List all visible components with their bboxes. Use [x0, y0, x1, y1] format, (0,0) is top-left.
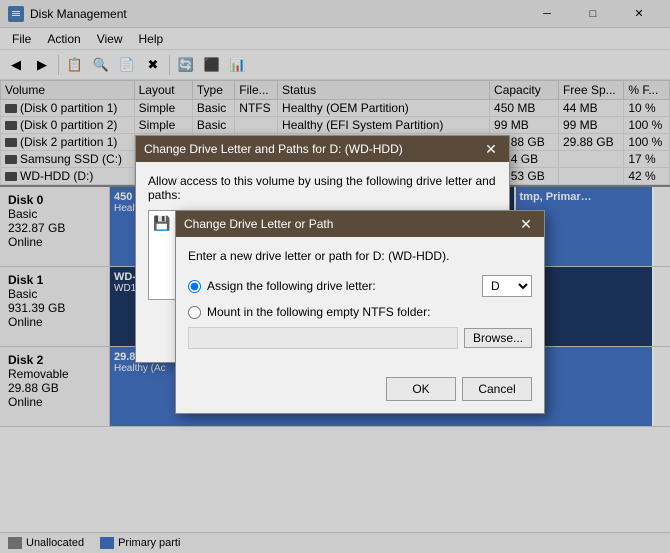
radio-assign[interactable]	[188, 280, 201, 293]
dialog1-title-bar: Change Drive Letter and Paths for D: (WD…	[136, 136, 509, 162]
ntfs-input-row: Browse...	[188, 327, 532, 349]
ok-button[interactable]: OK	[386, 377, 456, 401]
dialog1-title: Change Drive Letter and Paths for D: (WD…	[144, 142, 403, 156]
dialog-change-drive-or-path: Change Drive Letter or Path ✕ Enter a ne…	[175, 210, 545, 414]
cancel-button[interactable]: Cancel	[462, 377, 532, 401]
radio-mount-label: Mount in the following empty NTFS folder…	[207, 305, 430, 319]
browse-button[interactable]: Browse...	[464, 328, 532, 348]
radio-row-assign: Assign the following drive letter: D E F	[188, 275, 532, 297]
dialog1-description: Allow access to this volume by using the…	[148, 174, 497, 202]
dialog2-close-button[interactable]: ✕	[516, 214, 536, 234]
dialog2-description: Enter a new drive letter or path for D: …	[188, 249, 532, 263]
drive-icon: 💾	[153, 215, 170, 232]
dialog1-close-button[interactable]: ✕	[481, 139, 501, 159]
ntfs-path-input[interactable]	[188, 327, 458, 349]
dialog2-content: Enter a new drive letter or path for D: …	[176, 237, 544, 369]
dialog2-title-bar: Change Drive Letter or Path ✕	[176, 211, 544, 237]
radio-row-mount: Mount in the following empty NTFS folder…	[188, 305, 532, 319]
drive-letter-select[interactable]: D E F	[482, 275, 532, 297]
radio-assign-label: Assign the following drive letter:	[207, 279, 376, 293]
dialog2-title: Change Drive Letter or Path	[184, 217, 333, 231]
dialog2-button-row: OK Cancel	[176, 369, 544, 413]
radio-mount[interactable]	[188, 306, 201, 319]
